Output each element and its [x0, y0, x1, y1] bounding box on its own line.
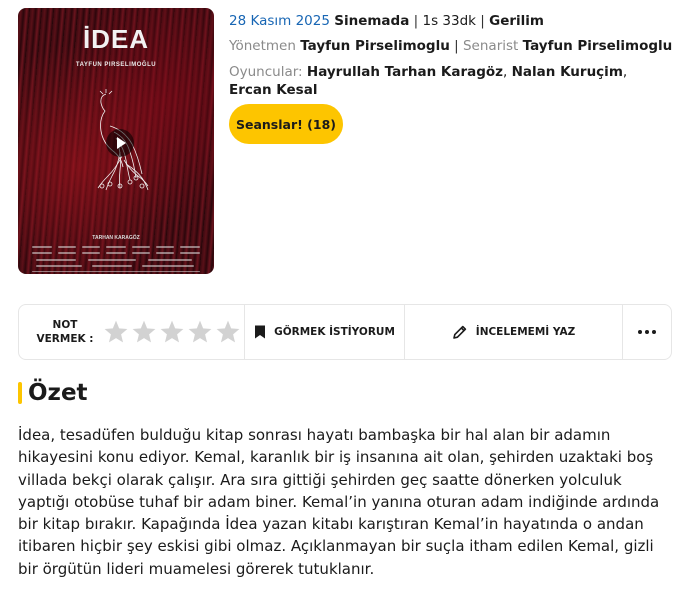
watchlist-button[interactable]: GÖRMEK İSTİYORUM	[245, 305, 405, 359]
poster-actor-caption: TARHAN KARAGÖZ	[92, 235, 140, 241]
summary-heading: Özet	[18, 380, 88, 406]
separator: |	[480, 13, 485, 29]
watchlist-label: GÖRMEK İSTİYORUM	[274, 326, 395, 338]
play-icon[interactable]	[105, 128, 135, 158]
summary-title: Özet	[28, 380, 88, 406]
cast-line: Oyuncular: Hayrullah Tarhan Karagöz, Nal…	[229, 64, 628, 98]
release-status: Sinemada	[334, 13, 410, 29]
release-date-link[interactable]: 28 Kasım 2025	[229, 13, 330, 29]
summary-text: İdea, tesadüfen bulduğu kitap sonrası ha…	[18, 426, 660, 578]
director-link[interactable]: Tayfun Pirselimoglu	[300, 38, 450, 54]
duration: 1s 33dk	[422, 13, 476, 29]
cast-member-link[interactable]: Nalan Kuruçim	[512, 64, 623, 80]
star-rating	[103, 319, 241, 345]
poster-director-caption: TAYFUN PIRSELIMOĞLU	[75, 62, 157, 68]
heading-accent-bar	[18, 382, 22, 404]
more-options-button[interactable]	[623, 305, 671, 359]
star-icon[interactable]	[187, 319, 213, 345]
action-bar: NOT VERMEK : GÖRMEK İSTİYORUM İNCELEMEMİ…	[18, 304, 672, 360]
pencil-icon	[452, 325, 466, 339]
bookmark-icon	[255, 325, 266, 339]
rating-widget: NOT VERMEK :	[19, 305, 245, 359]
sessions-button[interactable]: Seanslar! (18)	[229, 104, 343, 144]
release-info-line: 28 Kasım 2025 Sinemada | 1s 33dk | Geril…	[229, 13, 679, 29]
star-icon[interactable]	[159, 319, 185, 345]
write-review-label: İNCELEMEMİ YAZ	[475, 326, 576, 338]
star-icon[interactable]	[103, 319, 129, 345]
rate-label: NOT VERMEK :	[36, 319, 94, 345]
more-dots-icon	[638, 330, 656, 334]
separator: |	[454, 38, 459, 54]
genre-link[interactable]: Gerilim	[489, 13, 544, 29]
writer-label: Senarist	[462, 38, 519, 54]
cast-label: Oyuncular:	[229, 64, 303, 80]
separator: |	[413, 13, 419, 29]
cast-member-link[interactable]: Hayrullah Tarhan Karagöz	[307, 64, 503, 80]
director-writer-line: Yönetmen Tayfun Pirselimoglu | Senarist …	[229, 38, 672, 54]
star-icon[interactable]	[131, 319, 157, 345]
write-review-button[interactable]: İNCELEMEMİ YAZ	[405, 305, 623, 359]
star-icon[interactable]	[215, 319, 241, 345]
poster-credit-block	[32, 242, 200, 272]
writer-link[interactable]: Tayfun Pirselimoglu	[523, 38, 673, 54]
movie-poster[interactable]: İDEA TAYFUN PIRSELIMOĞLU TARHAN KARAGÖZ	[18, 8, 214, 274]
cast-member-link[interactable]: Ercan Kesal	[229, 82, 317, 98]
poster-title: İDEA	[82, 24, 150, 54]
director-label: Yönetmen	[229, 38, 296, 54]
